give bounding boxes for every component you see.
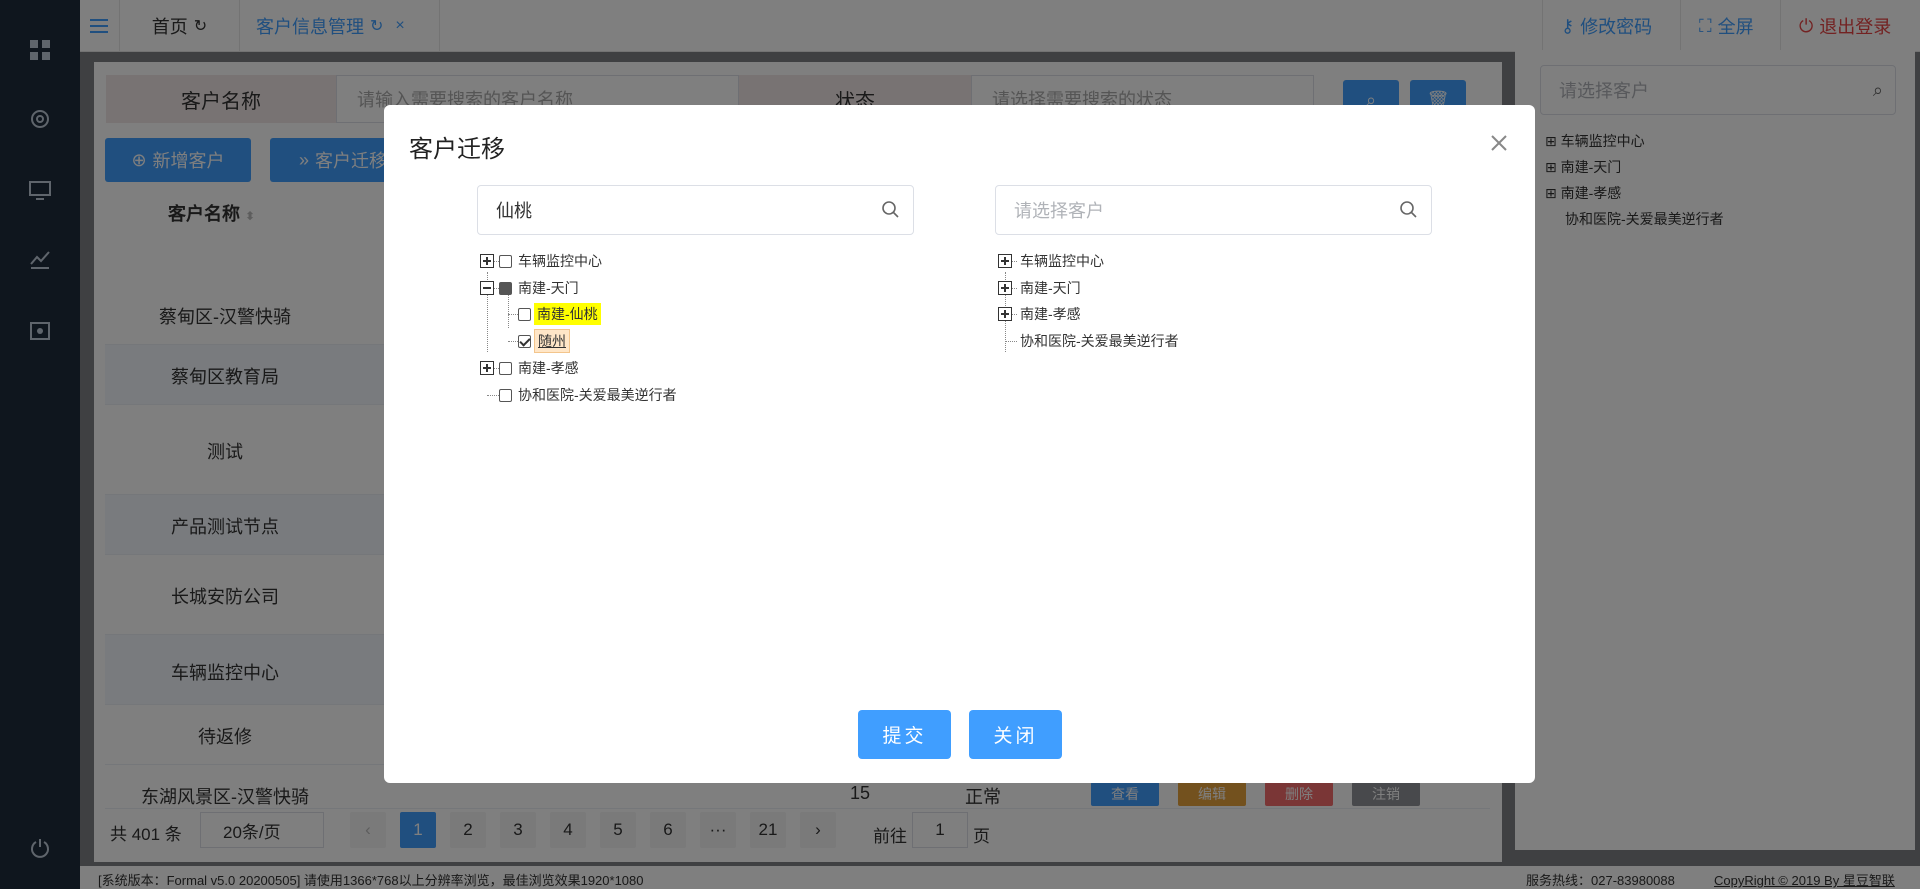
tree-node[interactable]: 南建-仙桃 xyxy=(508,303,601,325)
expand-icon[interactable] xyxy=(998,307,1012,321)
checkbox[interactable] xyxy=(499,281,512,295)
checkbox[interactable] xyxy=(499,388,512,402)
close-icon[interactable] xyxy=(1487,131,1511,155)
tree-node[interactable]: 协和医院-关爱最美逆行者 xyxy=(487,384,680,406)
tree-node[interactable]: 南建-天门 xyxy=(480,277,582,299)
collapse-icon[interactable] xyxy=(480,281,494,295)
tree-node[interactable]: 南建-孝感 xyxy=(480,357,582,379)
source-tree: 车辆监控中心 南建-天门 南建-仙桃 随州 南建-孝感 协和医院-关爱最美逆行者 xyxy=(480,250,880,450)
dialog-title: 客户迁移 xyxy=(409,136,505,163)
search-icon xyxy=(881,200,901,220)
source-search-input[interactable]: 仙桃 xyxy=(477,185,914,235)
close-button[interactable]: 关闭 xyxy=(969,710,1062,759)
search-icon xyxy=(1399,200,1419,220)
checkbox[interactable] xyxy=(518,307,531,321)
expand-icon[interactable] xyxy=(480,361,494,375)
target-tree: 车辆监控中心 南建-天门 南建-孝感 协和医院-关爱最美逆行者 xyxy=(998,250,1398,370)
tree-node[interactable]: 南建-孝感 xyxy=(998,303,1084,325)
submit-button[interactable]: 提交 xyxy=(858,710,951,759)
checkbox[interactable] xyxy=(518,334,531,348)
expand-icon[interactable] xyxy=(998,254,1012,268)
tree-node[interactable]: 车辆监控中心 xyxy=(998,250,1107,272)
checkbox[interactable] xyxy=(499,254,512,268)
tree-node[interactable]: 协和医院-关爱最美逆行者 xyxy=(1005,330,1182,352)
migrate-customer-dialog: 客户迁移 仙桃 请选择客户 车辆监控中心 南建-天门 南建-仙桃 随州 南建-孝… xyxy=(384,105,1535,783)
tree-node[interactable]: 车辆监控中心 xyxy=(480,250,605,272)
expand-icon[interactable] xyxy=(480,254,494,268)
tree-node[interactable]: 随州 xyxy=(508,329,570,353)
target-search-input[interactable]: 请选择客户 xyxy=(995,185,1432,235)
expand-icon[interactable] xyxy=(998,281,1012,295)
checkbox[interactable] xyxy=(499,361,512,375)
tree-node[interactable]: 南建-天门 xyxy=(998,277,1084,299)
